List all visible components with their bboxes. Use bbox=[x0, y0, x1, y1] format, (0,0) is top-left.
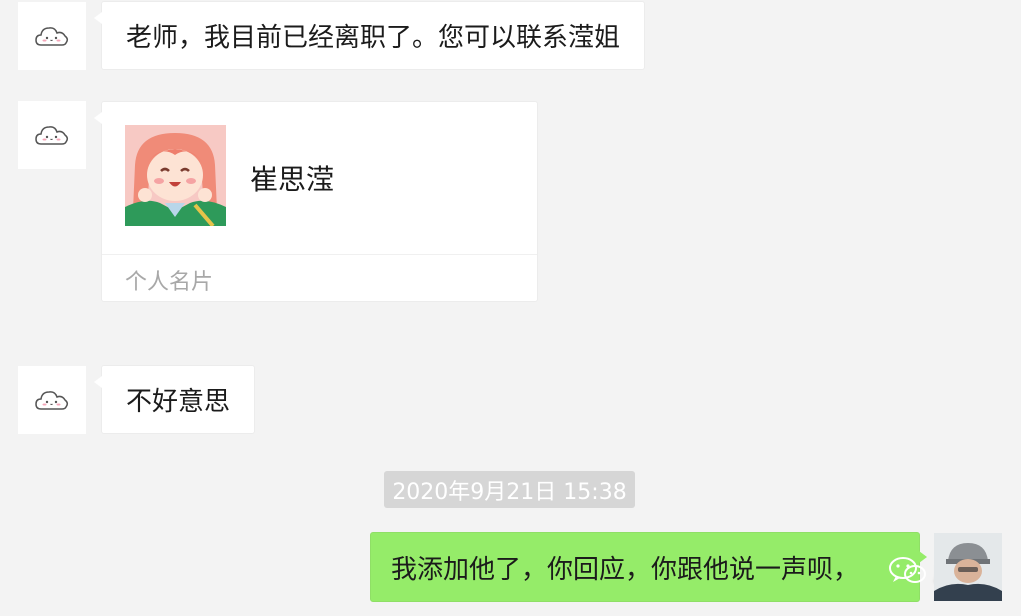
contact-card[interactable]: 崔思滢 个人名片 bbox=[94, 101, 538, 302]
message-bubble[interactable]: 不好意思 bbox=[93, 365, 256, 434]
contact-avatar[interactable] bbox=[18, 366, 86, 434]
message-text: 我添加他了，你回应，你跟他说一声呗， bbox=[391, 554, 860, 585]
contact-card-name: 崔思滢 bbox=[250, 163, 335, 196]
divider bbox=[102, 254, 537, 255]
my-avatar[interactable] bbox=[934, 533, 1002, 601]
message-text: 不好意思 bbox=[126, 387, 231, 417]
cloud-face-icon bbox=[35, 391, 69, 410]
timestamp: 2020年9月21日 15:38 bbox=[384, 471, 635, 508]
message-text: 老师，我目前已经离职了。您可以联系滢姐 bbox=[126, 23, 621, 53]
contact-card-label: 个人名片 bbox=[125, 270, 214, 295]
message-bubble[interactable]: 老师，我目前已经离职了。您可以联系滢姐 bbox=[93, 1, 646, 70]
cloud-face-icon bbox=[35, 27, 69, 46]
contact-avatar[interactable] bbox=[18, 2, 86, 70]
wechat-logo-icon bbox=[889, 556, 926, 583]
contact-avatar[interactable] bbox=[18, 101, 86, 169]
outgoing-message-bubble[interactable]: 我添加他了，你回应，你跟他说一声呗， bbox=[370, 532, 927, 602]
contact-card-avatar bbox=[125, 125, 226, 226]
cloud-face-icon bbox=[35, 126, 69, 145]
